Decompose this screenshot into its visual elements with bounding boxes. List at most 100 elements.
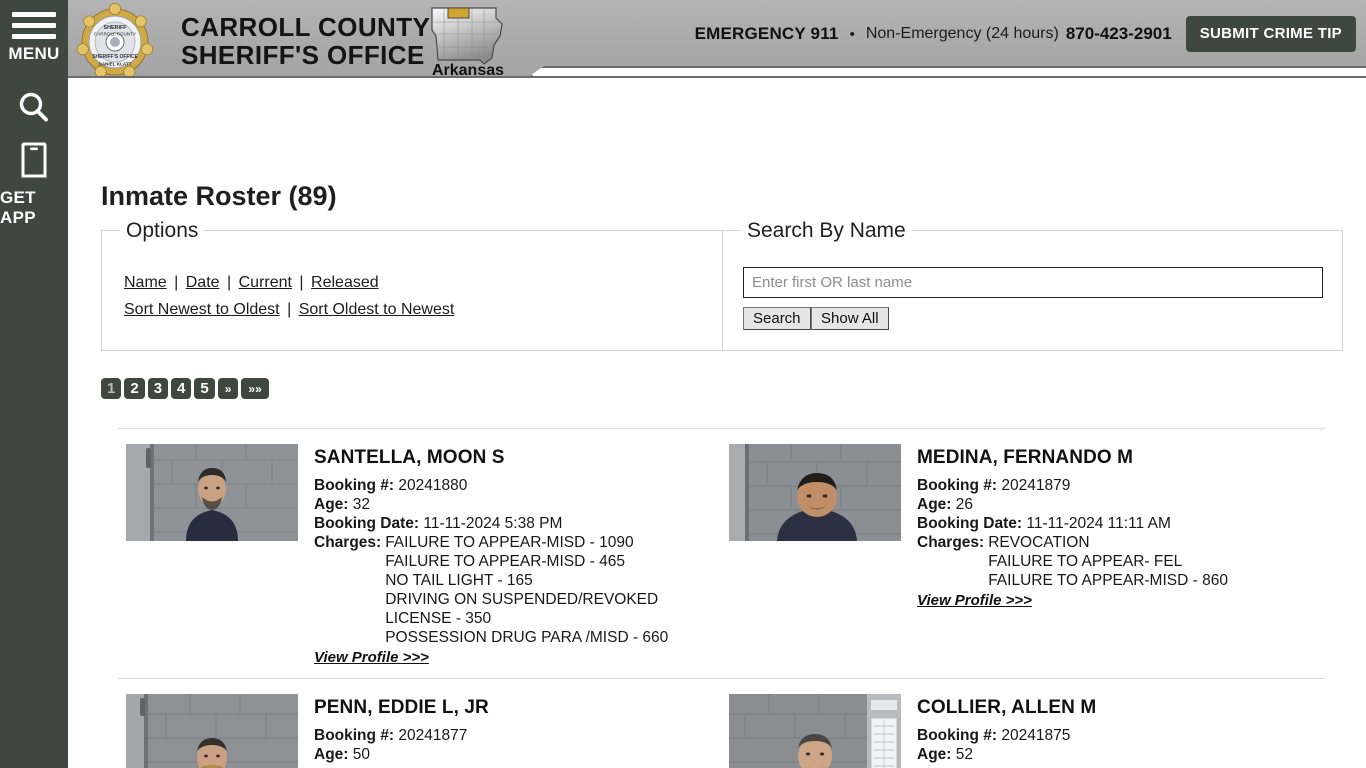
sort-link-newest-to-oldest[interactable]: Sort Newest to Oldest — [124, 301, 280, 318]
booking-label: Booking #: — [917, 477, 998, 494]
booking-date-label: Booking Date: — [917, 515, 1023, 532]
charges-label: Charges: — [314, 534, 382, 551]
search-input[interactable] — [743, 267, 1323, 298]
menu-toggle-button[interactable]: MENU — [0, 0, 68, 76]
sort-link-name[interactable]: Name — [124, 274, 167, 291]
non-emergency-phone[interactable]: 870-423-2901 — [1066, 24, 1172, 44]
search-button[interactable]: Search — [743, 307, 811, 330]
inmate-booking: Booking #: 20241877 — [314, 726, 489, 745]
sort-links-row-1: Name | Date | Current | Released — [124, 269, 379, 296]
options-separator: | — [299, 274, 304, 291]
main-content: Inmate Roster (89) Options Name | Date |… — [68, 80, 1366, 768]
age-value: 26 — [955, 496, 974, 513]
age-value: 32 — [352, 496, 371, 513]
svg-text:CARROLL COUNTY: CARROLL COUNTY — [94, 32, 136, 37]
inmate-booking: Booking #: 20241875 — [917, 726, 1096, 745]
view-profile-link[interactable]: View Profile >>> — [314, 649, 429, 666]
inmate-card: SANTELLA, MOON S Booking #: 20241880 Age… — [118, 444, 721, 667]
booking-label: Booking #: — [314, 727, 395, 744]
site-header: SHERIFF CARROLL COUNTY SHERIFF'S OFFICE … — [68, 0, 1366, 78]
options-separator: | — [174, 274, 179, 291]
roster-row: PENN, EDDIE L, JR Booking #: 20241877 Ag… — [118, 679, 1325, 768]
pagination-last-button[interactable]: »» — [241, 378, 269, 399]
menu-label: MENU — [8, 44, 60, 63]
inmate-name: SANTELLA, MOON S — [314, 447, 505, 468]
inmate-card: COLLIER, ALLEN M Booking #: 20241875 Age… — [721, 694, 1324, 768]
age-value: 50 — [352, 746, 371, 763]
header-separator-dot: • — [849, 25, 855, 43]
booking-date-value: 11-11-2024 5:38 PM — [423, 515, 563, 532]
mugshot-collier[interactable] — [729, 694, 901, 768]
booking-value: 20241880 — [398, 477, 468, 494]
search-icon — [14, 88, 54, 133]
pagination-page-2[interactable]: 2 — [124, 378, 145, 399]
inmate-age: Age: 52 — [917, 745, 1096, 764]
org-title-line2: SHERIFF'S OFFICE — [181, 40, 425, 70]
mugshot-santella[interactable] — [126, 444, 298, 541]
charge-item: LICENSE - 350 — [385, 610, 492, 627]
charge-item: DRIVING ON SUSPENDED/REVOKED — [385, 591, 659, 608]
options-separator: | — [227, 274, 232, 291]
age-label: Age: — [314, 496, 349, 513]
charges-list: FAILURE TO APPEAR-MISD - 1090 FAILURE TO … — [385, 533, 668, 647]
svg-text:SHERIFF: SHERIFF — [103, 25, 127, 31]
inmate-name: COLLIER, ALLEN M — [917, 697, 1097, 718]
inmate-age: Age: 50 — [314, 745, 489, 764]
charges-list: REVOCATION FAILURE TO APPEAR- FEL FAILURE … — [988, 533, 1228, 590]
charge-item: NO TAIL LIGHT - 165 — [385, 572, 533, 589]
sidebar-item-search[interactable] — [0, 88, 68, 133]
charge-item: FAILURE TO APPEAR-MISD - 860 — [988, 572, 1228, 589]
charge-item: POSSESSION DRUG PARA /MISD - 660 — [385, 629, 669, 646]
mugshot-medina[interactable] — [729, 444, 901, 541]
inmate-info: SANTELLA, MOON S Booking #: 20241880 Age… — [314, 444, 668, 667]
age-label: Age: — [917, 496, 952, 513]
sidebar-item-get-app[interactable]: GET APP — [0, 138, 68, 228]
charge-item: FAILURE TO APPEAR-MISD - 465 — [385, 553, 625, 570]
filter-panels: Options Name | Date | Current | Released… — [101, 216, 1343, 351]
charges-label: Charges: — [917, 534, 985, 551]
svg-text:DANIEL KLATT: DANIEL KLATT — [98, 62, 131, 67]
roster-row: SANTELLA, MOON S Booking #: 20241880 Age… — [118, 429, 1325, 678]
show-all-button[interactable]: Show All — [811, 307, 889, 330]
booking-value: 20241879 — [1001, 477, 1071, 494]
org-title-line1: CARROLL COUNTY — [181, 12, 431, 42]
svg-text:SHERIFF'S OFFICE: SHERIFF'S OFFICE — [92, 54, 138, 60]
pagination-page-1[interactable]: 1 — [101, 378, 122, 399]
sort-link-current[interactable]: Current — [239, 274, 292, 291]
mugshot-penn[interactable] — [126, 694, 298, 768]
sort-link-oldest-to-newest[interactable]: Sort Oldest to Newest — [299, 301, 455, 318]
pagination-next-button[interactable]: » — [217, 378, 239, 399]
inmate-booking-date: Booking Date: 11-11-2024 5:38 PM — [314, 514, 668, 533]
sort-link-date[interactable]: Date — [186, 274, 220, 291]
booking-label: Booking #: — [917, 727, 998, 744]
age-value: 52 — [955, 746, 974, 763]
booking-label: Booking #: — [314, 477, 395, 494]
booking-date-value: 11-11-2024 11:11 AM — [1026, 515, 1171, 532]
inmate-charges: Charges: FAILURE TO APPEAR-MISD - 1090 FA… — [314, 533, 668, 647]
inmate-name: PENN, EDDIE L, JR — [314, 697, 489, 718]
pagination-page-4[interactable]: 4 — [171, 378, 192, 399]
pagination-page-5[interactable]: 5 — [194, 378, 215, 399]
pagination-page-3[interactable]: 3 — [147, 378, 169, 399]
pagination: 1 2 3 4 5 » »» — [101, 378, 269, 399]
booking-value: 20241875 — [1001, 727, 1071, 744]
charge-item: FAILURE TO APPEAR-MISD - 1090 — [385, 534, 634, 551]
booking-value: 20241877 — [398, 727, 468, 744]
inmate-name: MEDINA, FERNANDO M — [917, 447, 1134, 468]
inmate-info: PENN, EDDIE L, JR Booking #: 20241877 Ag… — [314, 694, 489, 768]
search-panel-legend: Search By Name — [741, 216, 912, 246]
header-contact-bar: EMERGENCY 911 • Non-Emergency (24 hours)… — [695, 16, 1356, 52]
inmate-info: COLLIER, ALLEN M Booking #: 20241875 Age… — [917, 694, 1096, 768]
mobile-app-icon — [15, 138, 53, 183]
charge-item: FAILURE TO APPEAR- FEL — [988, 553, 1183, 570]
inmate-card: MEDINA, FERNANDO M Booking #: 20241879 A… — [721, 444, 1324, 667]
charge-item: REVOCATION — [988, 534, 1090, 551]
header-diagonal-accent — [524, 66, 1366, 76]
submit-crime-tip-button[interactable]: SUBMIT CRIME TIP — [1185, 16, 1356, 52]
organization-title: CARROLL COUNTY SHERIFF'S OFFICE — [181, 13, 430, 69]
sort-link-released[interactable]: Released — [311, 274, 379, 291]
page-title: Inmate Roster (89) — [101, 181, 337, 212]
inmate-card: PENN, EDDIE L, JR Booking #: 20241877 Ag… — [118, 694, 721, 768]
sheriff-star-badge-icon: SHERIFF CARROLL COUNTY SHERIFF'S OFFICE … — [71, 2, 159, 76]
view-profile-link[interactable]: View Profile >>> — [917, 592, 1032, 609]
